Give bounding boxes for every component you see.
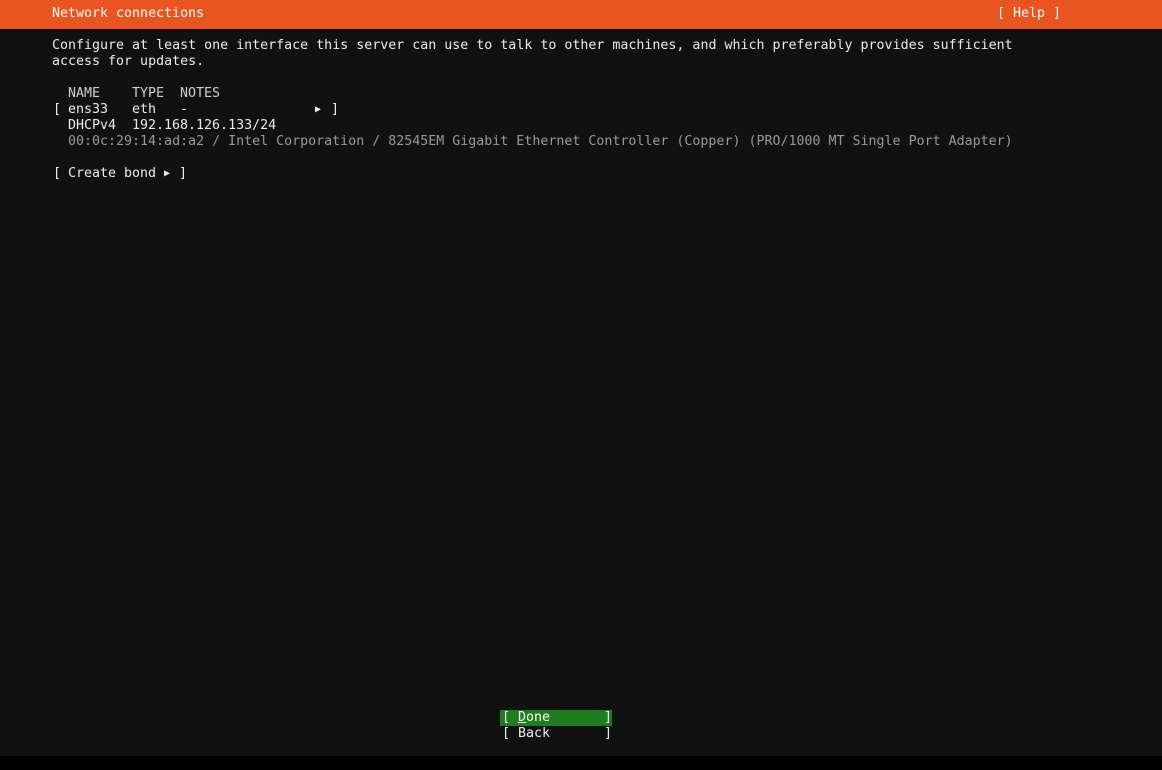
done-button[interactable]: [ Done ] bbox=[500, 710, 612, 726]
address-method: DHCPv4 bbox=[68, 118, 117, 133]
column-header-name: NAME bbox=[68, 86, 101, 101]
page-title: Network connections bbox=[52, 6, 205, 21]
done-hotkey: D bbox=[518, 710, 527, 725]
interface-name: ens33 bbox=[68, 102, 109, 117]
back-open-bracket: [ bbox=[502, 726, 511, 741]
title-bar: Network connections [ Help ] bbox=[0, 0, 1162, 29]
address-value: 192.168.126.133/24 bbox=[132, 118, 277, 133]
interface-open-bracket: [ bbox=[53, 102, 62, 117]
done-open-bracket: [ bbox=[502, 710, 511, 725]
hardware-info: 00:0c:29:14:ad:a2 / Intel Corporation / … bbox=[68, 134, 1013, 149]
create-bond-close-bracket: ] bbox=[179, 166, 188, 181]
bottom-bar bbox=[0, 756, 1162, 770]
back-label: Back bbox=[518, 726, 551, 741]
interface-type: eth bbox=[132, 102, 157, 117]
column-header-type: TYPE bbox=[132, 86, 165, 101]
interface-close-bracket: ] bbox=[331, 102, 340, 117]
create-bond-open-bracket: [ bbox=[53, 166, 62, 181]
done-label: one bbox=[526, 710, 551, 725]
intro-line-2: access for updates. bbox=[52, 54, 205, 69]
help-button[interactable]: [ Help ] bbox=[997, 6, 1061, 22]
done-close-bracket: ] bbox=[604, 710, 613, 725]
interface-notes: - bbox=[180, 102, 189, 117]
right-triangle-icon: ▶ bbox=[164, 168, 171, 179]
column-header-notes: NOTES bbox=[180, 86, 221, 101]
back-close-bracket: ] bbox=[604, 726, 613, 741]
right-triangle-icon: ▶ bbox=[315, 104, 322, 115]
intro-line-1: Configure at least one interface this se… bbox=[52, 38, 1013, 53]
back-button[interactable]: [ Back ] bbox=[500, 726, 612, 742]
create-bond-label: Create bond bbox=[68, 166, 157, 181]
